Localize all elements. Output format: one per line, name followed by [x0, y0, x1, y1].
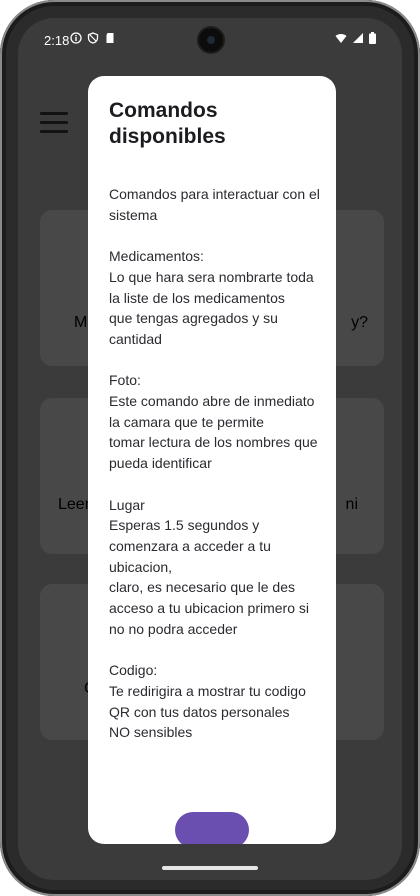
- phone-frame: 2:18 Me y? Leer ni Comandos disponibles …: [0, 0, 420, 896]
- dialog-confirm-button[interactable]: [175, 812, 249, 844]
- card-label-end: y?: [351, 314, 368, 331]
- menu-icon[interactable]: [40, 112, 68, 134]
- front-camera: [199, 28, 223, 52]
- dialog-body: Comandos para interactuar con el sistema…: [109, 186, 320, 741]
- card-label: Leer: [58, 496, 91, 513]
- info-icon: [70, 32, 82, 44]
- card-label-end: ni: [345, 496, 358, 513]
- battery-icon: [369, 32, 376, 44]
- sd-card-icon: [106, 33, 114, 43]
- status-bar: 2:18: [18, 18, 402, 64]
- home-indicator[interactable]: [162, 866, 258, 870]
- commands-dialog: Comandos disponibles Comandos para inter…: [88, 76, 336, 844]
- status-time: 2:18: [44, 33, 70, 48]
- screen: 2:18 Me y? Leer ni Comandos disponibles …: [18, 18, 402, 880]
- shield-icon: [87, 32, 99, 44]
- dialog-title: Comandos disponibles: [109, 99, 226, 148]
- signal-icon: [353, 33, 363, 43]
- wifi-icon: [335, 33, 347, 43]
